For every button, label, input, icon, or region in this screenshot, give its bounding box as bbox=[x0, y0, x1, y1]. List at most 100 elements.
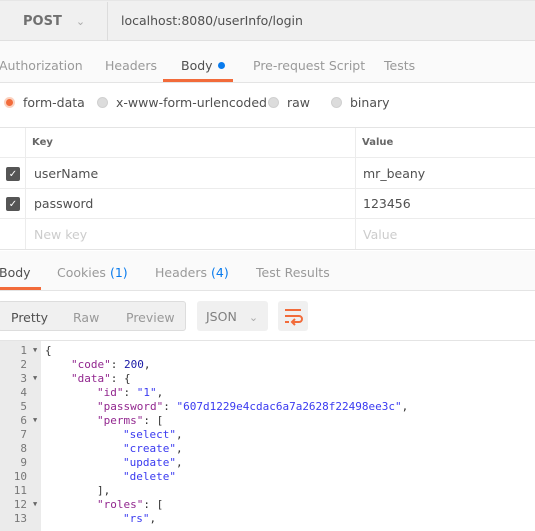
tab-body-label: Body bbox=[181, 58, 213, 73]
radio-label: x-www-form-urlencoded bbox=[116, 95, 267, 110]
code-token: "update" bbox=[123, 456, 176, 469]
radio-selected-icon bbox=[4, 97, 15, 108]
code-line: ], bbox=[97, 484, 110, 498]
value-cell[interactable]: mr_beany bbox=[363, 159, 425, 188]
code-token: : { bbox=[110, 372, 131, 385]
format-select[interactable]: JSON ⌄ bbox=[197, 301, 268, 331]
code-token: "password" bbox=[97, 400, 164, 413]
radio-raw[interactable]: raw bbox=[268, 95, 310, 110]
radio-label: form-data bbox=[23, 95, 85, 110]
value-cell[interactable]: 123456 bbox=[363, 189, 411, 218]
row-checkbox[interactable]: ✓ bbox=[6, 197, 20, 211]
code-token: "create" bbox=[123, 442, 176, 455]
line-number: 9 bbox=[20, 456, 27, 469]
format-label: JSON bbox=[206, 309, 237, 324]
code-token: "607d1229e4cdac6a7a2628f22498ee3c" bbox=[176, 400, 402, 413]
code-token: : bbox=[163, 400, 177, 413]
code-token: , bbox=[156, 386, 164, 399]
code-token: , bbox=[175, 442, 183, 455]
code-line: "delete" bbox=[123, 470, 176, 484]
cookies-count: (1) bbox=[109, 265, 128, 280]
chevron-down-icon: ⌄ bbox=[75, 15, 86, 28]
table-row: ✓ userName mr_beany bbox=[0, 159, 535, 189]
line-number: 13 bbox=[13, 512, 27, 525]
view-mode-toggle: Pretty Raw Preview bbox=[0, 301, 186, 331]
radio-icon bbox=[331, 97, 342, 108]
code-line: "code": 200, bbox=[71, 358, 151, 372]
code-token: : bbox=[123, 386, 137, 399]
radio-form-data[interactable]: form-data bbox=[4, 95, 85, 110]
modified-dot-icon bbox=[217, 62, 225, 69]
tab-headers[interactable]: Headers bbox=[105, 58, 157, 73]
code-token: { bbox=[45, 344, 52, 357]
line-number: 11 bbox=[13, 484, 27, 497]
code-line: "select", bbox=[123, 428, 183, 442]
active-tab-underline bbox=[163, 79, 233, 82]
wrap-lines-button[interactable] bbox=[278, 301, 308, 331]
code-token: : [ bbox=[143, 414, 164, 427]
code-line: "id": "1", bbox=[97, 386, 163, 400]
key-header: Key bbox=[32, 137, 53, 148]
line-number: 8 bbox=[20, 442, 27, 455]
active-tab-underline bbox=[0, 287, 41, 290]
code-line: "rs", bbox=[123, 512, 156, 526]
line-number: 4 bbox=[20, 386, 27, 399]
radio-binary[interactable]: binary bbox=[331, 95, 390, 110]
code-line: "perms": [ bbox=[97, 414, 163, 428]
response-body-editor[interactable]: 1 ▼ 2 3 ▼ 4 5 6 ▼ 7 8 9 10 11 12 ▼ 13 {"code": 200, "data… bbox=[0, 340, 535, 531]
tab-authorization[interactable]: Authorization bbox=[0, 58, 83, 73]
code-token: "rs" bbox=[123, 512, 150, 525]
table-header: Key Value bbox=[0, 128, 535, 158]
url-input[interactable]: localhost:8080/userInfo/login bbox=[121, 13, 303, 28]
tab-pre-request-script[interactable]: Pre-request Script bbox=[253, 58, 365, 73]
tab-response-headers[interactable]: Headers (4) bbox=[155, 265, 229, 280]
tab-test-results[interactable]: Test Results bbox=[256, 265, 330, 280]
preview-button[interactable]: Preview bbox=[126, 310, 175, 325]
fold-arrow-icon[interactable]: ▼ bbox=[33, 346, 37, 354]
code-line: "update", bbox=[123, 456, 183, 470]
response-tabs: Body Cookies (1) Headers (4) Test Result… bbox=[0, 251, 535, 291]
headers-count: (4) bbox=[211, 265, 229, 280]
code-line: { bbox=[45, 344, 52, 358]
code-token: "code" bbox=[71, 358, 111, 371]
key-cell[interactable]: password bbox=[34, 189, 93, 218]
raw-button[interactable]: Raw bbox=[73, 310, 99, 325]
chevron-down-icon: ⌄ bbox=[248, 311, 259, 324]
tab-response-body[interactable]: Body bbox=[0, 265, 31, 280]
code-token: : [ bbox=[143, 498, 164, 511]
radio-x-www-form-urlencoded[interactable]: x-www-form-urlencoded bbox=[97, 95, 267, 110]
radio-icon bbox=[268, 97, 279, 108]
method-label: POST bbox=[23, 14, 62, 29]
tab-body[interactable]: Body bbox=[181, 58, 225, 73]
tab-cookies[interactable]: Cookies (1) bbox=[57, 265, 128, 280]
code-line: "roles": [ bbox=[97, 498, 163, 512]
pretty-button[interactable]: Pretty bbox=[11, 310, 48, 325]
line-number: 10 bbox=[13, 470, 27, 483]
radio-label: binary bbox=[350, 95, 390, 110]
row-checkbox[interactable]: ✓ bbox=[6, 167, 20, 181]
code-token: , bbox=[175, 428, 183, 441]
method-select[interactable]: POST ⌄ bbox=[0, 2, 108, 41]
request-tabs: Authorization Headers Body Pre-request S… bbox=[0, 41, 535, 83]
params-table: Key Value ✓ userName mr_beany ✓ password… bbox=[0, 127, 535, 250]
code-token: "roles" bbox=[97, 498, 144, 511]
code-token: "delete" bbox=[123, 470, 176, 483]
table-row: ✓ password 123456 bbox=[0, 189, 535, 219]
code-token: "id" bbox=[97, 386, 124, 399]
code-token: , bbox=[143, 358, 151, 371]
new-row: New key Value bbox=[0, 219, 535, 249]
value-header: Value bbox=[362, 137, 394, 148]
fold-arrow-icon[interactable]: ▼ bbox=[33, 416, 37, 424]
tab-label: Cookies bbox=[57, 265, 106, 280]
wrap-icon bbox=[285, 309, 303, 326]
fold-arrow-icon[interactable]: ▼ bbox=[33, 374, 37, 382]
tab-tests[interactable]: Tests bbox=[384, 58, 415, 73]
fold-arrow-icon[interactable]: ▼ bbox=[33, 500, 37, 508]
key-cell[interactable]: userName bbox=[34, 159, 98, 188]
line-number: 5 bbox=[20, 400, 27, 413]
new-value-input[interactable]: Value bbox=[363, 219, 397, 249]
new-key-input[interactable]: New key bbox=[34, 219, 87, 249]
code-token: , bbox=[401, 400, 409, 413]
radio-icon bbox=[97, 97, 108, 108]
radio-label: raw bbox=[287, 95, 311, 110]
